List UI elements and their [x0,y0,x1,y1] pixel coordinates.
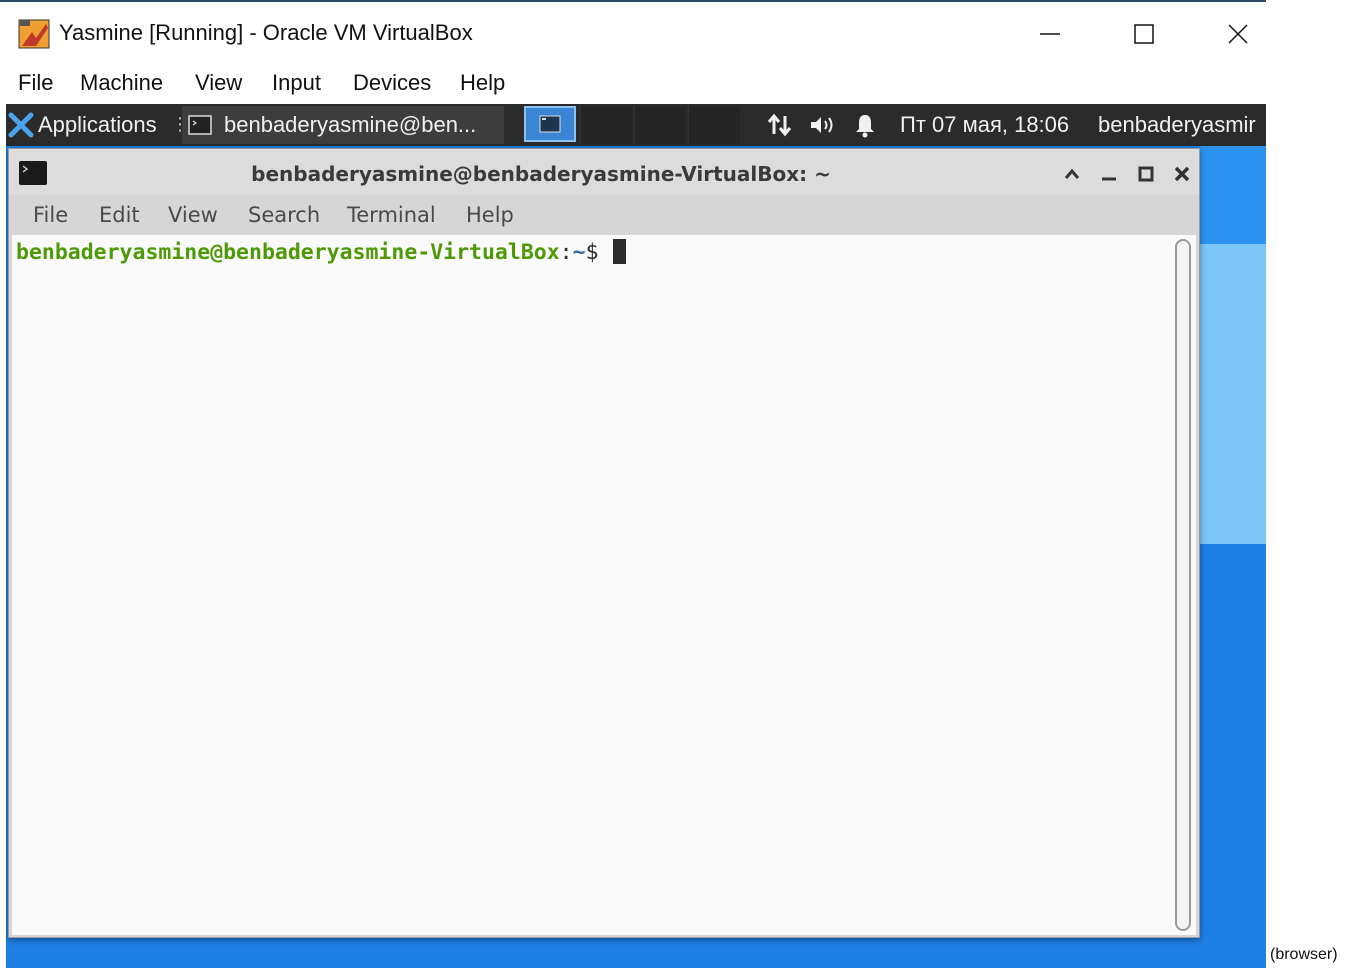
prompt-user-host: benbaderyasmine@benbaderyasmine-VirtualB… [16,240,560,265]
close-button[interactable] [1208,10,1268,58]
host-menu-file[interactable]: File [18,70,53,96]
terminal-scrollbar[interactable] [1175,239,1191,931]
host-menu-input[interactable]: Input [272,70,321,96]
panel-user-menu[interactable]: benbaderyasmir [1098,112,1256,138]
browser-label: (browser) [1270,946,1338,963]
maximize-icon [1138,166,1154,182]
taskbar-item-label: benbaderyasmine@ben... [224,112,477,137]
virtualbox-window: Yasmine [Running] - Oracle VM VirtualBox… [0,0,1266,968]
terminal-minimize-button[interactable] [1094,159,1124,189]
network-icon[interactable] [766,112,796,138]
panel-clock[interactable]: Пт 07 мая, 18:06 [900,112,1069,138]
terminal-menu-edit[interactable]: Edit [99,203,140,227]
applications-menu-button[interactable]: Applications [8,104,157,146]
close-icon [1228,24,1248,44]
host-window-title: Yasmine [Running] - Oracle VM VirtualBox [59,20,473,45]
terminal-maximize-button[interactable] [1131,159,1161,189]
xfce-logo-icon [8,112,34,138]
maximize-icon [1134,24,1154,44]
desktop-wallpaper-highlight [1200,244,1266,544]
workspace-1-button[interactable] [524,106,576,142]
system-tray [764,104,878,146]
applications-label: Applications [38,112,157,137]
maximize-button[interactable] [1114,10,1174,58]
workspace-4-button[interactable] [688,106,740,144]
terminal-menu-help[interactable]: Help [466,203,514,227]
guest-desktop[interactable]: Applications ⋮ benbaderyasmine@ben... Пт… [6,104,1266,968]
terminal-menu-file[interactable]: File [33,203,68,227]
terminal-menu-view[interactable]: View [168,203,218,227]
prompt-separator: : [559,240,573,265]
terminal-output-area[interactable]: benbaderyasmine@benbaderyasmine-VirtualB… [12,235,1196,935]
prompt-directory: ~ [572,240,586,265]
taskbar-item-terminal[interactable]: benbaderyasmine@ben... [182,106,504,144]
terminal-menu-search[interactable]: Search [248,203,320,227]
host-menu-devices[interactable]: Devices [353,70,431,96]
host-menu-help[interactable]: Help [460,70,505,96]
workspace-2-button[interactable] [580,106,632,144]
workspace-3-button[interactable] [634,106,686,144]
terminal-window: benbaderyasmine@benbaderyasmine-VirtualB… [8,148,1200,938]
xfce-panel: Applications ⋮ benbaderyasmine@ben... Пт… [6,104,1266,146]
volume-icon[interactable] [808,112,838,138]
minimize-icon [1102,177,1116,181]
minimize-button[interactable] [1020,10,1080,58]
prompt-symbol: $ [585,240,599,265]
terminal-close-button[interactable] [1167,159,1197,189]
notification-bell-icon[interactable] [852,112,878,138]
shade-button[interactable] [1057,159,1087,189]
terminal-titlebar[interactable]: benbaderyasmine@benbaderyasmine-VirtualB… [9,149,1199,195]
workspace-window-icon [539,115,561,133]
terminal-menu-terminal[interactable]: Terminal [347,203,436,227]
prompt-line: benbaderyasmine@benbaderyasmine-VirtualB… [16,239,626,265]
text-cursor [612,239,626,264]
close-icon [1174,166,1190,182]
terminal-menubar: File Edit View Search Terminal Help [9,195,1199,235]
virtualbox-logo-icon [18,19,50,49]
host-titlebar: Yasmine [Running] - Oracle VM VirtualBox [0,4,1266,62]
host-menu-view[interactable]: View [195,70,242,96]
desktop-wallpaper-band [1200,144,1266,244]
chevron-up-icon [1064,168,1080,179]
minimize-icon [1040,33,1060,35]
host-menubar: File Machine View Input Devices Help [0,62,1266,104]
terminal-app-icon [188,115,212,135]
terminal-title: benbaderyasmine@benbaderyasmine-VirtualB… [251,162,831,186]
host-menu-machine[interactable]: Machine [80,70,163,96]
